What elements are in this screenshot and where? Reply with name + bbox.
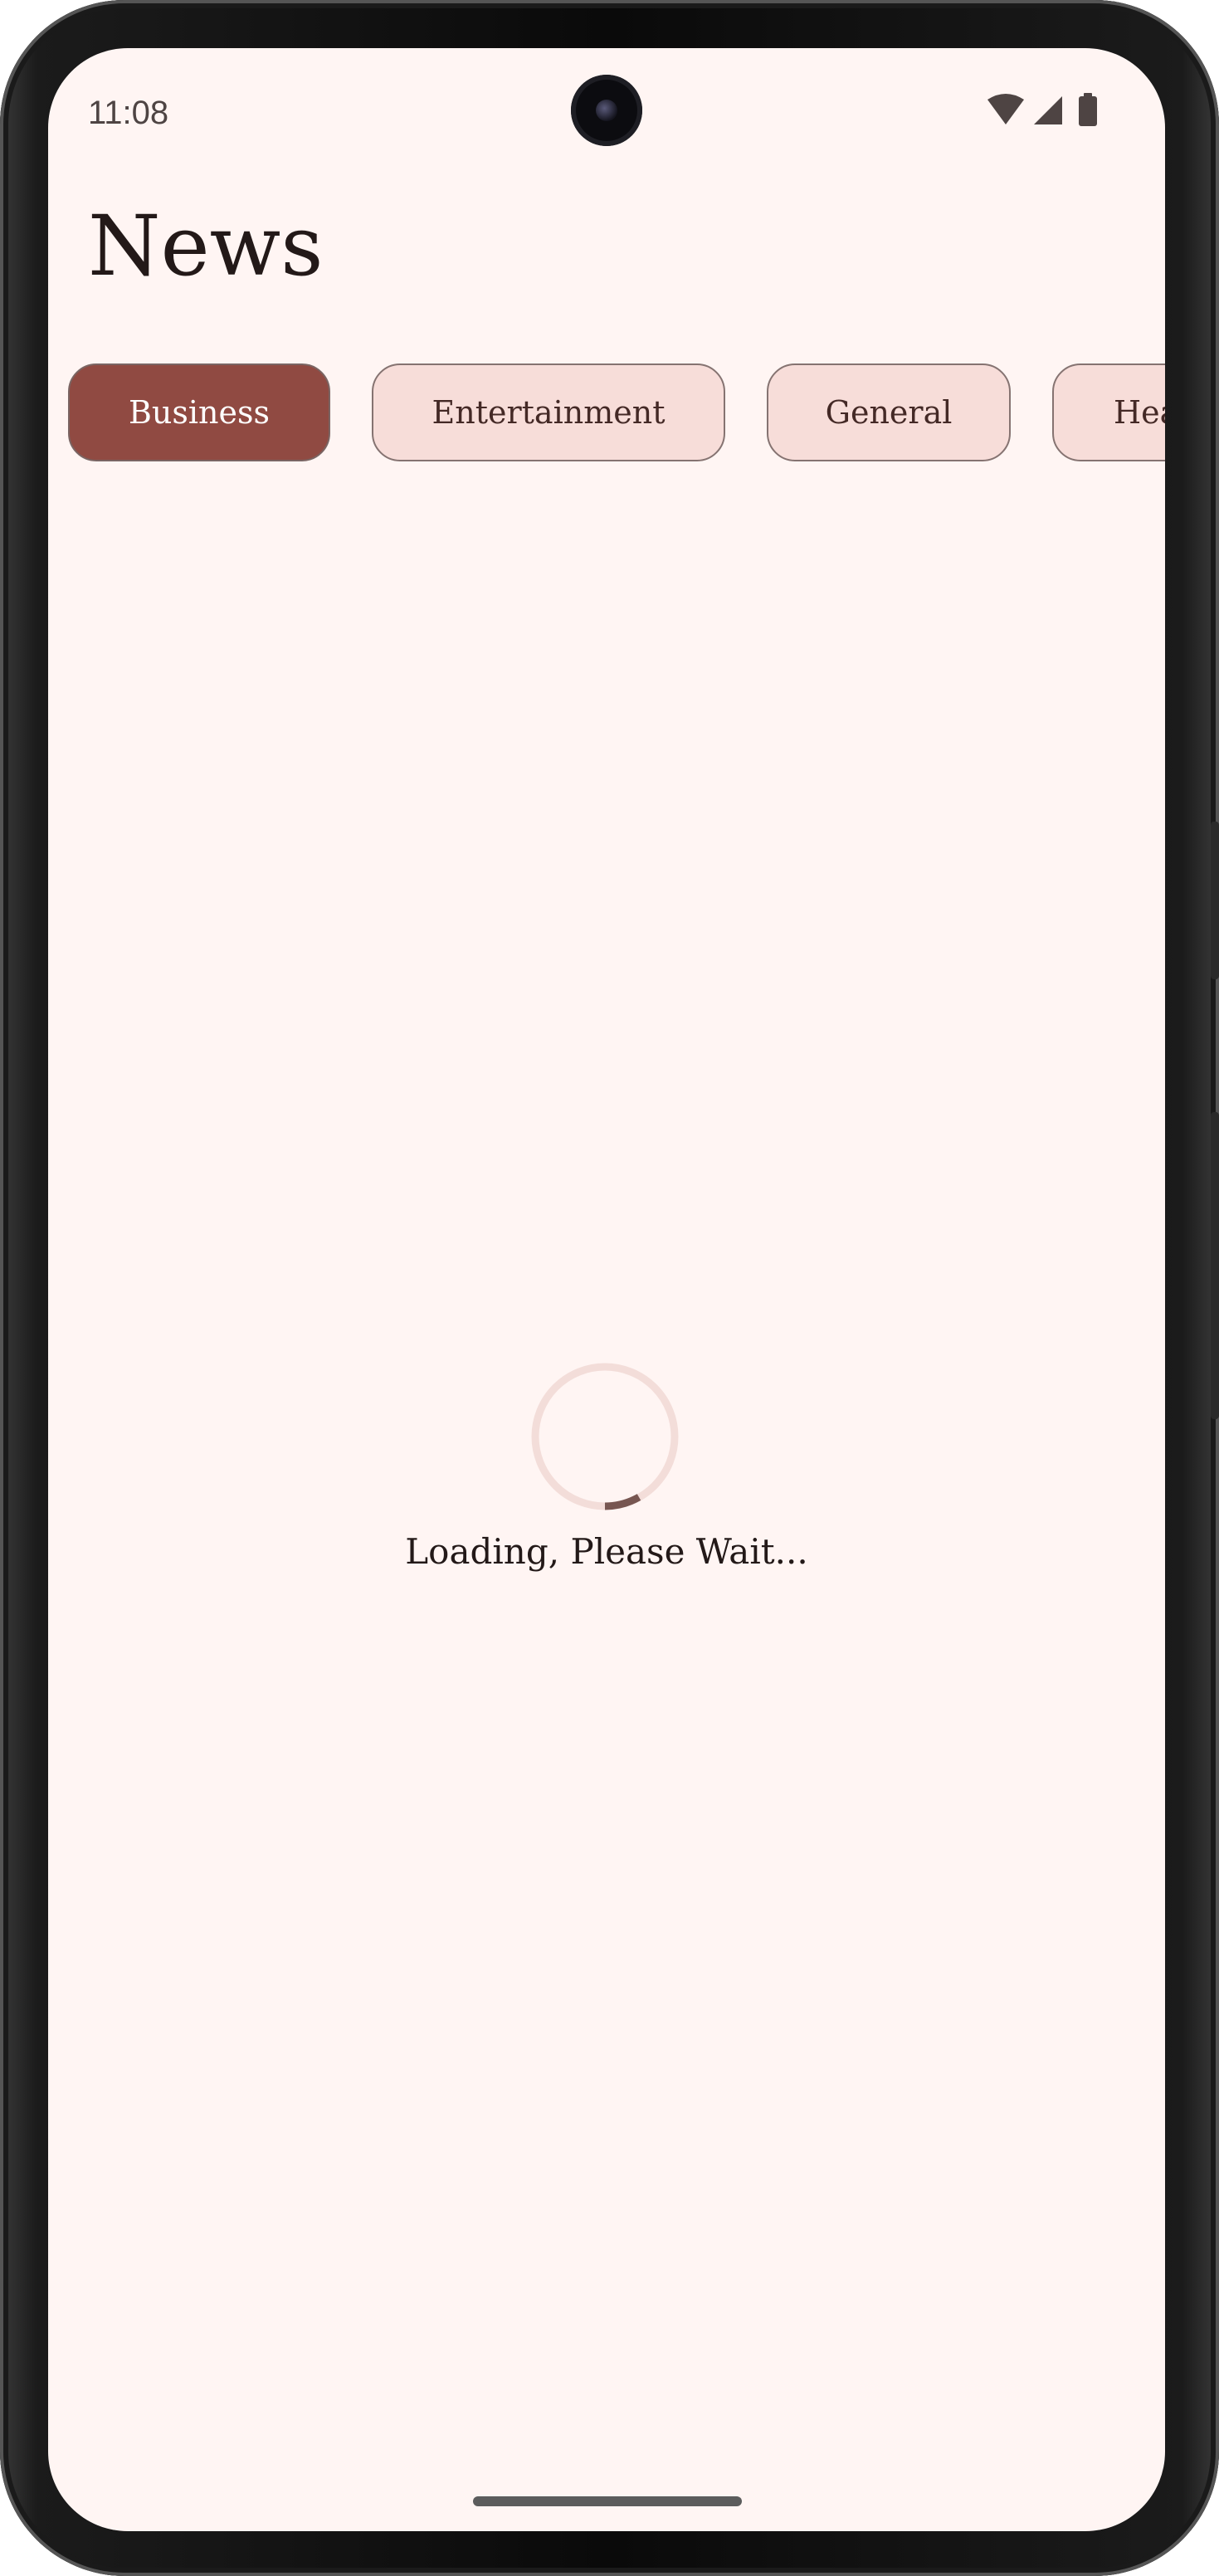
chip-label: Entertainment xyxy=(432,394,666,431)
chip-label: Business xyxy=(128,394,271,431)
status-time: 11:08 xyxy=(88,95,169,131)
chip-general[interactable]: General xyxy=(767,363,1011,461)
loading-spinner xyxy=(530,1362,680,1511)
cellular-signal-icon xyxy=(1034,96,1062,124)
home-indicator[interactable] xyxy=(473,2496,742,2506)
chip-health[interactable]: Health xyxy=(1052,363,1165,461)
status-icons xyxy=(986,93,1152,134)
front-camera xyxy=(571,75,642,146)
chip-entertainment[interactable]: Entertainment xyxy=(372,363,725,461)
page-title: News xyxy=(88,198,324,295)
battery-icon xyxy=(1079,93,1097,126)
loading-message: Loading, Please Wait... xyxy=(405,1531,808,1572)
spinner-arc xyxy=(604,1494,641,1510)
status-bar: 11:08 xyxy=(48,48,1165,173)
wifi-icon xyxy=(987,94,1024,124)
volume-button xyxy=(1211,1112,1219,1419)
spinner-track xyxy=(531,1363,679,1510)
power-button xyxy=(1211,822,1219,979)
app-screen: 11:08 News Business Entertainment Genera… xyxy=(48,48,1165,2531)
chip-label: Health xyxy=(1114,394,1165,431)
chip-label: General xyxy=(825,394,953,431)
chip-business[interactable]: Business xyxy=(68,363,330,461)
category-chips[interactable]: Business Entertainment General Health xyxy=(68,363,1165,465)
